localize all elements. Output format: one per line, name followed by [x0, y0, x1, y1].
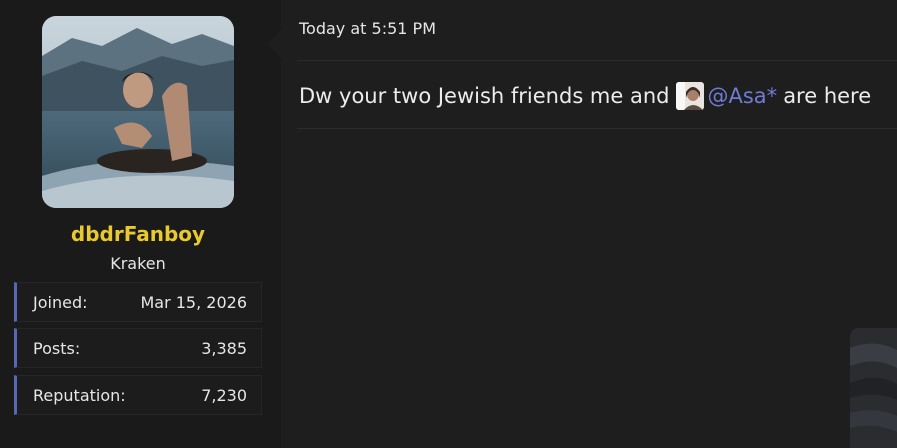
stat-value: 3,385: [201, 339, 247, 358]
message-text: are here: [783, 84, 872, 108]
stat-label: Reputation:: [33, 386, 126, 405]
post-message: Dw your two Jewish friends me and @Asa* …: [299, 82, 871, 110]
header-divider: [297, 60, 897, 61]
stat-value: 7,230: [201, 386, 247, 405]
stat-label: Posts:: [33, 339, 81, 358]
stat-label: Joined:: [33, 293, 88, 312]
partial-image: [850, 328, 897, 448]
message-text: Dw your two Jewish friends me and: [299, 84, 670, 108]
post-timestamp[interactable]: Today at 5:51 PM: [299, 19, 436, 38]
stat-value: Mar 15, 2026: [140, 293, 247, 312]
username[interactable]: dbdrFanboy: [0, 222, 276, 246]
mention-avatar: [675, 82, 704, 110]
stat-posts: Posts: 3,385: [14, 328, 262, 368]
user-avatar[interactable]: [42, 16, 234, 208]
user-mention-link[interactable]: @Asa*: [708, 84, 778, 108]
stat-joined: Joined: Mar 15, 2026: [14, 282, 262, 322]
message-divider: [297, 128, 897, 129]
post-pointer-arrow: [267, 30, 281, 58]
user-sidebar: dbdrFanboy Kraken Joined: Mar 15, 2026 P…: [0, 0, 281, 448]
user-title: Kraken: [110, 254, 166, 273]
stat-reputation: Reputation: 7,230: [14, 375, 262, 415]
